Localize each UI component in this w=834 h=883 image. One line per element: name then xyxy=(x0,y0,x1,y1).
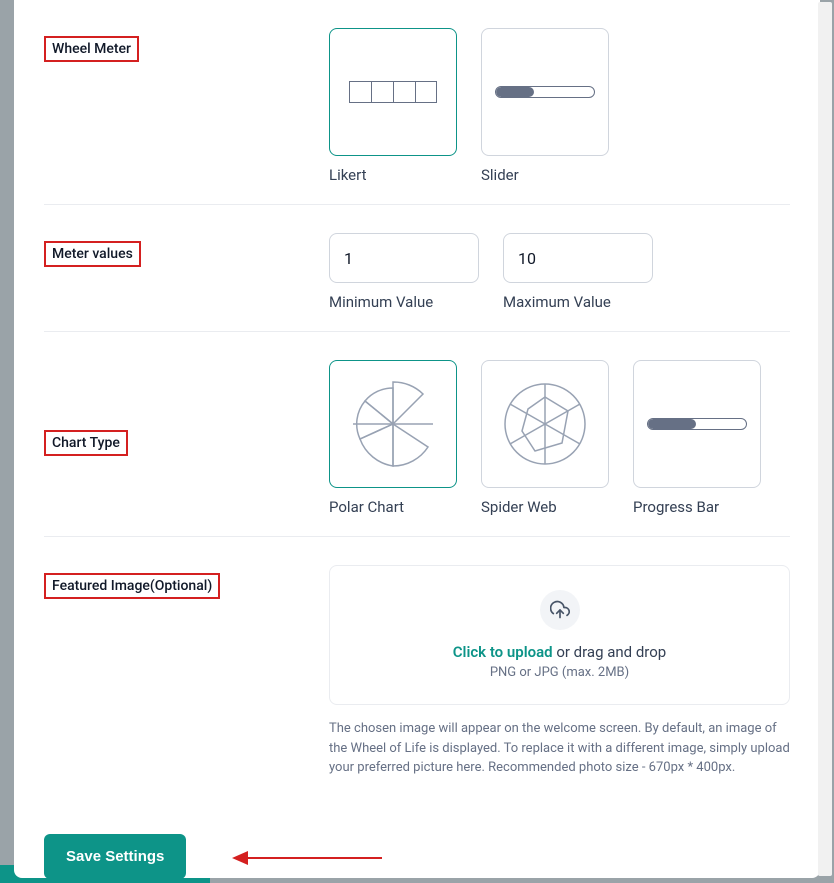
label-meter-values: Meter values xyxy=(44,241,141,267)
option-card-polar[interactable] xyxy=(329,360,457,488)
annotation-arrow-icon xyxy=(232,846,382,870)
option-label-progress: Progress Bar xyxy=(633,498,761,516)
option-progress: Progress Bar xyxy=(633,360,761,516)
max-value-caption: Maximum Value xyxy=(503,293,653,311)
option-spider: Spider Web xyxy=(481,360,609,516)
option-card-slider[interactable] xyxy=(481,28,609,156)
upload-description: The chosen image will appear on the welc… xyxy=(329,719,790,778)
row-meter-values: Meter values Minimum Value Maximum Value xyxy=(44,205,790,332)
upload-dropzone[interactable]: Click to upload or drag and drop PNG or … xyxy=(329,565,790,705)
option-label-polar: Polar Chart xyxy=(329,498,457,516)
max-value-input[interactable] xyxy=(503,233,653,283)
option-label-spider: Spider Web xyxy=(481,498,609,516)
option-card-likert[interactable] xyxy=(329,28,457,156)
option-card-progress[interactable] xyxy=(633,360,761,488)
label-featured-image: Featured Image(Optional) xyxy=(44,573,220,599)
polar-chart-icon xyxy=(348,379,438,469)
option-slider: Slider xyxy=(481,28,609,184)
row-featured-image: Featured Image(Optional) Click to upload… xyxy=(44,537,790,798)
settings-panel: Wheel Meter Likert Slider xyxy=(14,0,820,878)
option-label-slider: Slider xyxy=(481,166,609,184)
option-likert: Likert xyxy=(329,28,457,184)
option-label-likert: Likert xyxy=(329,166,457,184)
row-wheel-meter: Wheel Meter Likert Slider xyxy=(44,0,790,205)
scrollbar[interactable] xyxy=(818,2,832,876)
label-wheel-meter: Wheel Meter xyxy=(44,36,139,62)
option-polar: Polar Chart xyxy=(329,360,457,516)
spider-web-icon xyxy=(500,379,590,469)
upload-link-text: Click to upload xyxy=(453,643,553,661)
slider-icon xyxy=(495,86,595,98)
upload-drag-text: or drag and drop xyxy=(553,643,667,661)
option-card-spider[interactable] xyxy=(481,360,609,488)
progress-bar-icon xyxy=(647,418,747,430)
min-value-caption: Minimum Value xyxy=(329,293,479,311)
min-value-input[interactable] xyxy=(329,233,479,283)
upload-hint: PNG or JPG (max. 2MB) xyxy=(346,665,773,680)
upload-cloud-icon xyxy=(540,590,580,630)
label-chart-type: Chart Type xyxy=(44,430,128,456)
likert-icon xyxy=(349,81,437,103)
save-settings-button[interactable]: Save Settings xyxy=(44,834,186,879)
row-chart-type: Chart Type xyxy=(44,332,790,537)
